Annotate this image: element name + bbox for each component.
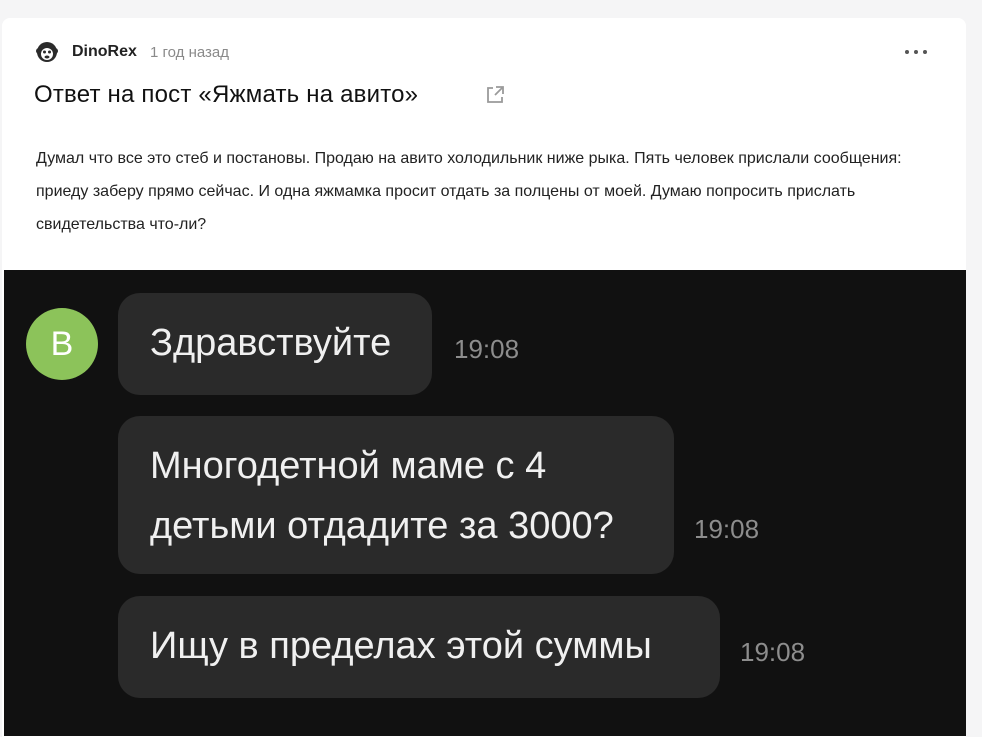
author-name[interactable]: DinoRex (72, 43, 137, 61)
message-time: 19:08 (454, 334, 520, 364)
post-header (2, 18, 966, 58)
message-bubble: Ищу в пределах этой суммы (118, 596, 720, 698)
post-card: DinoRex 1 год назад Ответ на пост «Яжмат… (2, 18, 966, 737)
post-title[interactable]: Ответ на пост «Яжмать на авито» (34, 81, 418, 108)
message-bubble: Здравствуйте (118, 293, 432, 395)
message-text: Многодетной маме с 4 детьми отдадите за … (150, 445, 614, 547)
post-body: Думал что все это стеб и постановы. Прод… (36, 150, 902, 233)
message-time: 19:08 (740, 637, 806, 667)
post-time: 1 год назад (150, 44, 230, 61)
message-text: Ищу в пределах этой суммы (150, 625, 652, 667)
message-text: Здравствуйте (150, 322, 392, 364)
message-bubble: Многодетной маме с 4 детьми отдадите за … (118, 416, 674, 574)
monkey-avatar-icon[interactable] (35, 40, 59, 64)
message-time: 19:08 (694, 514, 760, 544)
contact-avatar: В (26, 308, 98, 380)
more-dots-icon[interactable] (900, 38, 932, 62)
title-row: Ответ на пост «Яжмать на авито» (34, 81, 418, 115)
external-link-icon[interactable] (484, 84, 506, 106)
chat-screenshot: В Здравствуйте 19:08 Многодетной маме с … (4, 270, 966, 736)
